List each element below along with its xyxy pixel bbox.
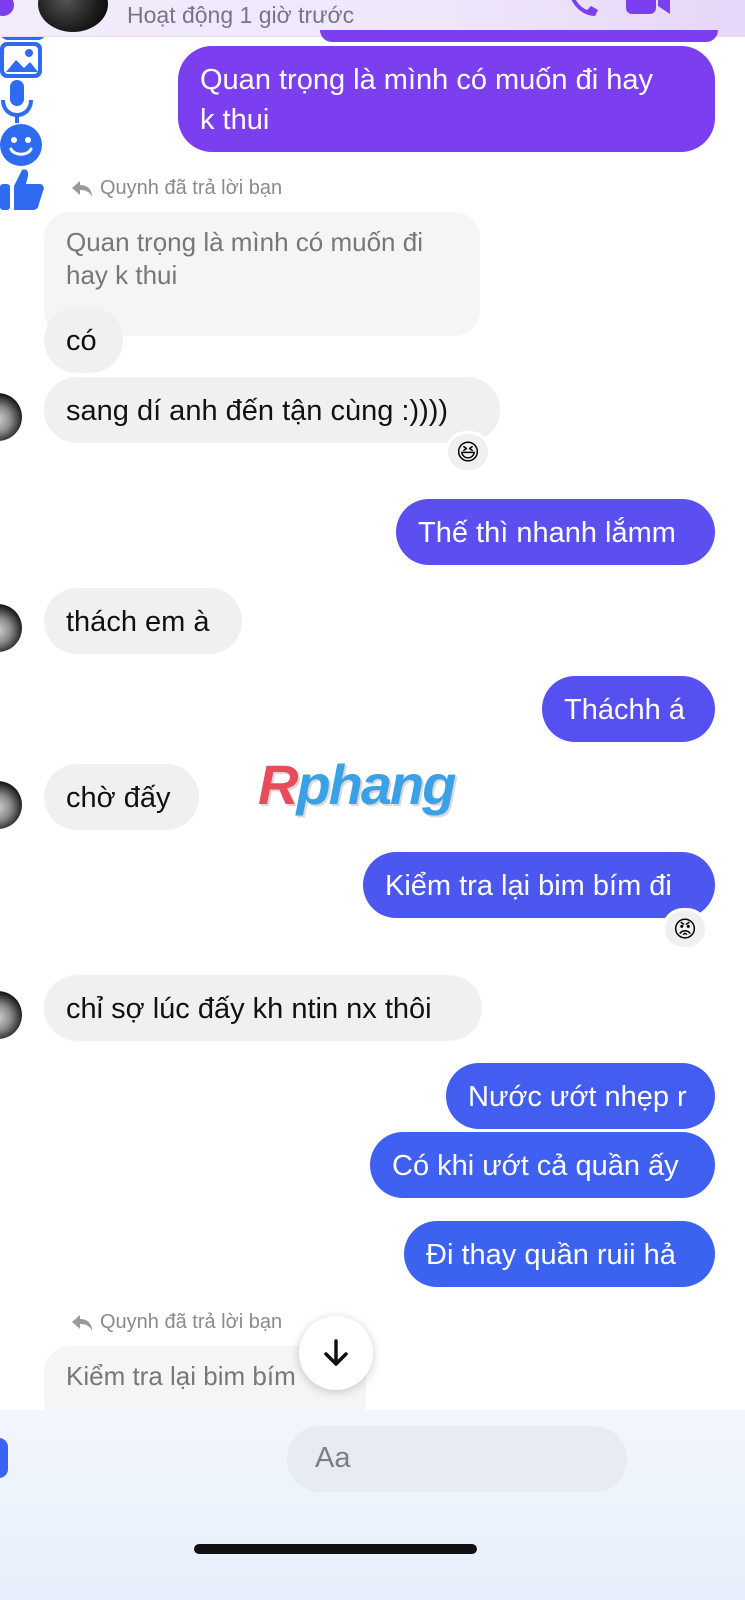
active-status: Hoạt động 1 giờ trước [127, 2, 355, 28]
reply-indicator-text: Quynh đã trả lời bạn [100, 1311, 283, 1333]
reply-indicator: Quynh đã trả lời bạn [70, 1311, 282, 1334]
contact-mini-avatar[interactable] [0, 991, 22, 1039]
reaction-laugh-icon[interactable]: 😆 [445, 431, 491, 473]
incoming-message[interactable]: thách em à [44, 588, 242, 654]
message-input[interactable]: Aa [287, 1426, 627, 1492]
reply-indicator-text: Quynh đã trả lời bạn [100, 177, 283, 199]
arrow-down-icon [324, 1339, 348, 1366]
contact-mini-avatar[interactable] [0, 393, 22, 441]
incoming-message[interactable]: chờ đấy [44, 764, 199, 830]
chat-header: Hoạt động 1 giờ trước [0, 0, 745, 42]
outgoing-message[interactable]: Tháchh á [542, 676, 715, 742]
watermark-logo: Rphang [258, 753, 456, 816]
contact-avatar[interactable] [38, 0, 108, 32]
reply-arrow-icon [72, 1314, 92, 1331]
home-indicator[interactable] [194, 1544, 477, 1554]
previous-message-edge [320, 30, 718, 42]
outgoing-message[interactable]: Nước ướt nhẹp r [446, 1063, 715, 1129]
more-actions-button[interactable] [0, 1438, 8, 1478]
watermark-initial: R [258, 753, 298, 816]
reply-indicator: Quynh đã trả lời bạn [70, 177, 282, 200]
reaction-angry-icon[interactable]: 😡 [662, 908, 708, 950]
outgoing-message[interactable]: Đi thay quần ruii hả [404, 1221, 715, 1287]
contact-mini-avatar[interactable] [0, 604, 22, 652]
outgoing-message[interactable]: Quan trọng là mình có muốn đi hay k thui [178, 46, 715, 152]
video-icon[interactable] [626, 0, 670, 18]
outgoing-message[interactable]: Kiểm tra lại bim bím đi [363, 852, 715, 918]
back-badge[interactable] [0, 0, 14, 16]
contact-mini-avatar[interactable] [0, 781, 22, 829]
message-input-placeholder: Aa [315, 1442, 351, 1474]
incoming-message[interactable]: chỉ sợ lúc đấy kh ntin nx thôi [44, 975, 482, 1041]
outgoing-message[interactable]: Thế thì nhanh lắmm [396, 499, 715, 565]
incoming-message[interactable]: sang dí anh đến tận cùng :)))) [44, 377, 500, 443]
incoming-message[interactable]: có [44, 307, 123, 373]
phone-icon[interactable] [565, 0, 601, 18]
scroll-to-bottom-button[interactable] [299, 1316, 373, 1390]
outgoing-message[interactable]: Có khi ướt cả quần ấy [370, 1132, 715, 1198]
reply-arrow-icon [72, 180, 92, 197]
